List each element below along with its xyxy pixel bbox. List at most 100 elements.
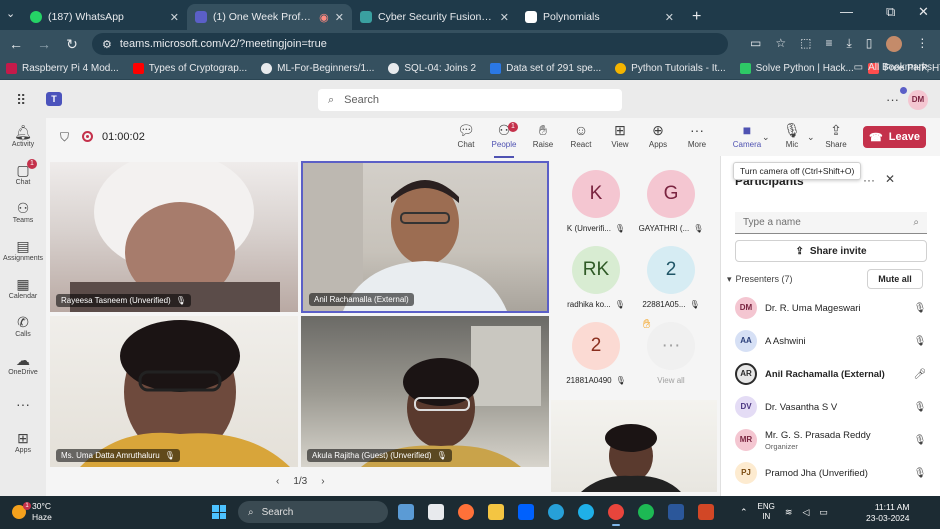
- browser-tab-whatsapp[interactable]: (187) WhatsApp ✕: [22, 4, 187, 30]
- participant-row[interactable]: DM Dr. R. Uma Mageswari 🎙︎: [735, 294, 927, 322]
- participant-tile[interactable]: RK radhika ko... 🎙︎: [562, 246, 630, 326]
- leave-button[interactable]: ☎ Leave: [863, 126, 926, 148]
- close-tab-icon[interactable]: ✕: [335, 11, 344, 24]
- share-invite-button[interactable]: ⇪ Share invite: [735, 240, 927, 262]
- bookmark[interactable]: SQL-04: Joins 2: [388, 63, 476, 74]
- bookmark[interactable]: Types of Cryptograp...: [132, 63, 247, 74]
- share-button[interactable]: ⇪ Share: [816, 122, 856, 149]
- spotify-icon[interactable]: [638, 504, 654, 520]
- teams-search-input[interactable]: ⌕ Search: [318, 89, 622, 111]
- mic-off-icon[interactable]: 🎙︎: [913, 435, 927, 446]
- dropbox-icon[interactable]: [518, 504, 534, 520]
- browser-menu-icon[interactable]: ⋮: [916, 36, 928, 52]
- browser-tab-cyber[interactable]: Cyber Security Fusion Session. ✕: [352, 4, 517, 30]
- weather-widget[interactable]: 1 30°C Haze: [12, 501, 52, 523]
- battery-icon[interactable]: ▭: [819, 507, 828, 518]
- taskbar-clock[interactable]: 11:11 AM 23-03-2024: [866, 502, 909, 524]
- mic-off-icon[interactable]: 🎙︎: [913, 303, 927, 314]
- minimize-icon[interactable]: —: [840, 4, 853, 19]
- participant-row[interactable]: AA A Ashwini 🎙︎: [735, 327, 927, 355]
- bookmark-star-icon[interactable]: ☆: [775, 36, 786, 52]
- settings-more-icon[interactable]: ···: [886, 92, 899, 107]
- apps-button[interactable]: ⊕ Apps: [638, 122, 678, 149]
- video-tile-akula[interactable]: Akula Rajitha (Guest) (Unverified) 🎙︎: [301, 316, 549, 467]
- app-launcher-icon[interactable]: ⠿: [16, 92, 26, 109]
- close-tab-icon[interactable]: ✕: [500, 11, 509, 24]
- task-view-icon[interactable]: [398, 504, 414, 520]
- address-bar[interactable]: ⚙ teams.microsoft.com/v2/?meetingjoin=tr…: [92, 33, 728, 55]
- teams-taskbar-icon[interactable]: [428, 504, 444, 520]
- participant-row[interactable]: PJ Pramod Jha (Unverified) 🎙︎: [735, 459, 927, 487]
- rail-apps[interactable]: ⊞ Apps: [0, 430, 46, 454]
- rail-assignments[interactable]: ▤ Assignments: [0, 238, 46, 262]
- browser-tab-polynomials[interactable]: Polynomials ✕: [517, 4, 682, 30]
- profile-avatar[interactable]: [886, 36, 903, 52]
- download-icon[interactable]: ⤓: [846, 36, 851, 52]
- view-all-tile[interactable]: ✋︎ ··· View all: [637, 316, 705, 402]
- forward-icon[interactable]: →: [36, 36, 52, 52]
- language-indicator[interactable]: ENG IN: [758, 502, 775, 522]
- chat-button[interactable]: 💬︎ Chat: [446, 122, 486, 149]
- raise-hand-button[interactable]: ✋︎ Raise: [523, 122, 563, 149]
- bookmark[interactable]: ML-For-Beginners/1...: [261, 63, 374, 74]
- mute-all-button[interactable]: Mute all: [867, 269, 923, 289]
- wifi-icon[interactable]: ≋: [785, 507, 793, 518]
- bookmark[interactable]: Python Tutorials - It...: [615, 63, 726, 74]
- more-button[interactable]: ··· More: [677, 122, 717, 149]
- close-window-icon[interactable]: ✕: [918, 4, 929, 20]
- media-icon[interactable]: ≡: [825, 36, 832, 52]
- chevron-up-icon[interactable]: ⌃: [740, 507, 748, 518]
- video-tile-rayeesa[interactable]: Rayeesa Tasneem (Unverified) 🎙︎: [50, 162, 298, 312]
- video-tile-uma[interactable]: Ms. Uma Datta Amruthaluru 🎙︎: [50, 316, 298, 467]
- bookmark[interactable]: Raspberry Pi 4 Mod...: [6, 63, 119, 74]
- bookmark[interactable]: Data set of 291 spe...: [490, 63, 601, 74]
- participant-tile[interactable]: 2 22881A05... 🎙︎: [637, 246, 705, 326]
- cast-icon[interactable]: ▭: [750, 36, 761, 52]
- mic-off-icon[interactable]: 🎙︎: [913, 336, 927, 347]
- participant-row[interactable]: AR Anil Rachamalla (External) 🎤︎: [735, 360, 927, 388]
- extensions-icon[interactable]: ⬚: [800, 36, 811, 52]
- bookmark[interactable]: Solve Python | Hack...: [739, 63, 854, 74]
- rail-calls[interactable]: ✆ Calls: [0, 314, 46, 338]
- taskbar-search-input[interactable]: ⌕ Search: [238, 501, 388, 523]
- next-page-icon[interactable]: ›: [321, 476, 324, 487]
- chrome-icon[interactable]: [608, 504, 624, 526]
- close-tab-icon[interactable]: ✕: [170, 11, 179, 24]
- restore-icon[interactable]: ⧉: [886, 4, 895, 20]
- side-panel-icon[interactable]: ▯: [866, 36, 873, 52]
- mic-options-chevron-icon[interactable]: ⌄: [807, 132, 815, 143]
- mic-on-icon[interactable]: 🎤︎: [913, 369, 927, 380]
- close-tab-icon[interactable]: ✕: [665, 11, 674, 24]
- participant-search-input[interactable]: Type a name ⌕: [735, 212, 927, 234]
- back-icon[interactable]: ←: [8, 36, 24, 52]
- site-info-icon[interactable]: ⚙: [102, 38, 112, 51]
- people-button[interactable]: ⚇ 1 People: [484, 122, 524, 158]
- panel-more-icon[interactable]: ···: [863, 173, 875, 187]
- powerpoint-icon[interactable]: [698, 504, 714, 520]
- rail-more[interactable]: ···: [0, 396, 46, 412]
- volume-icon[interactable]: ◁: [802, 507, 809, 518]
- all-bookmarks-button[interactable]: ▭ All Bookmarks: [854, 62, 932, 73]
- participant-tile[interactable]: 2 21881A0490 🎙︎: [562, 322, 630, 402]
- firefox-icon[interactable]: [458, 504, 474, 520]
- rail-activity[interactable]: 🔔︎ Activity: [0, 124, 46, 148]
- react-button[interactable]: ☺ React: [561, 122, 601, 149]
- rail-chat[interactable]: ▢ 1 Chat: [0, 159, 46, 186]
- new-tab-icon[interactable]: +: [682, 8, 711, 30]
- rail-teams[interactable]: ⚇ Teams: [0, 200, 46, 224]
- rail-onedrive[interactable]: ☁ OneDrive: [0, 352, 46, 376]
- mic-off-icon[interactable]: 🎙︎: [913, 402, 927, 413]
- word-icon[interactable]: [668, 504, 684, 520]
- close-icon[interactable]: ✕: [885, 172, 895, 186]
- participant-tile[interactable]: K K (Unverifi... 🎙︎: [562, 170, 630, 250]
- browser-tab-teams[interactable]: (1) One Week Professional | ◉ ✕: [187, 4, 352, 30]
- file-explorer-icon[interactable]: [488, 504, 504, 520]
- start-button[interactable]: [212, 505, 226, 519]
- participant-tile[interactable]: G GAYATHRI (... 🎙︎: [637, 170, 705, 250]
- mic-button[interactable]: 🎙︎ Mic: [772, 122, 812, 149]
- reload-icon[interactable]: ↻: [64, 36, 80, 53]
- participant-row[interactable]: DV Dr. Vasantha S V 🎙︎: [735, 393, 927, 421]
- camera-button[interactable]: ■ Camera: [727, 122, 767, 158]
- tab-search-icon[interactable]: ⌄: [6, 7, 15, 20]
- self-video[interactable]: [551, 400, 717, 492]
